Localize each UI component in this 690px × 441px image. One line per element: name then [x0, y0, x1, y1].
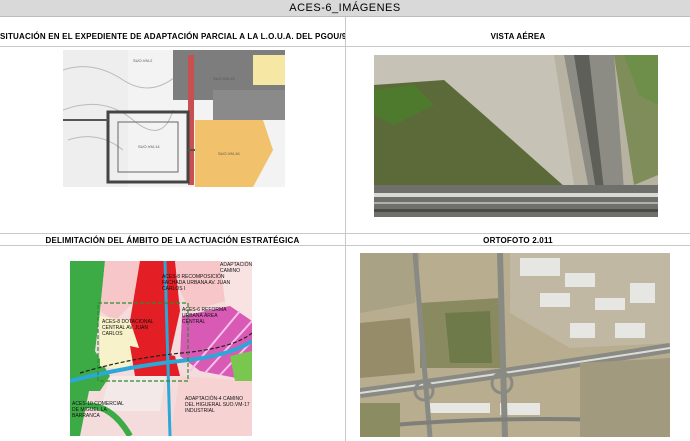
label-adaptacion-top: ADAPTACIÓN CAMINO: [220, 262, 252, 274]
label-reforma: ACES-6 REFORMA URBANA ÁREA CENTRAL: [182, 307, 227, 325]
zoning-map-image: ACES-8 RECOMPOSICIÓN FACHADA URBANA AV. …: [70, 261, 252, 436]
orthophoto-image: [360, 253, 670, 437]
planning-map-image: SUO.VM-2 SUO.VM-15 SUO.VM-16 SUO.VM-14: [63, 50, 285, 187]
document-title: ACES-6_IMÁGENES: [0, 0, 690, 17]
row-divider-top: [0, 46, 690, 47]
delimitacion-header: DELIMITACIÓN DEL ÁMBITO DE LA ACTUACIÓN …: [45, 236, 300, 245]
svg-text:SUO.VM-16: SUO.VM-16: [218, 151, 240, 156]
svg-text:SUO.VM-14: SUO.VM-14: [138, 144, 160, 149]
label-recomposicion: ACES-8 RECOMPOSICIÓN FACHADA URBANA AV. …: [162, 274, 231, 292]
aerial-photo-image: [374, 55, 658, 217]
ortofoto-header: ORTOFOTO 2.011: [483, 236, 553, 245]
label-adaptacion4: ADAPTACIÓN-4 CAMINO DEL HIGUERAL SUO.VM-…: [185, 396, 250, 414]
svg-text:SUO.VM-15: SUO.VM-15: [213, 76, 235, 81]
label-aces10: ACES-10 COMERCIAL DE MIGUEL LA BARRANCA: [72, 401, 124, 419]
situacion-header: SITUACIÓN EN EL EXPEDIENTE DE ADAPTACIÓN…: [0, 32, 345, 41]
label-dotacional: ACES-8 DOTACIONAL CENTRAL AV. JUAN CARLO…: [102, 319, 154, 337]
vista-aerea-header: VISTA AÉREA: [490, 32, 546, 41]
column-divider: [345, 17, 346, 441]
document-page: ACES-6_IMÁGENES SITUACIÓN EN EL EXPEDIEN…: [0, 0, 690, 441]
svg-text:SUO.VM-2: SUO.VM-2: [133, 58, 153, 63]
